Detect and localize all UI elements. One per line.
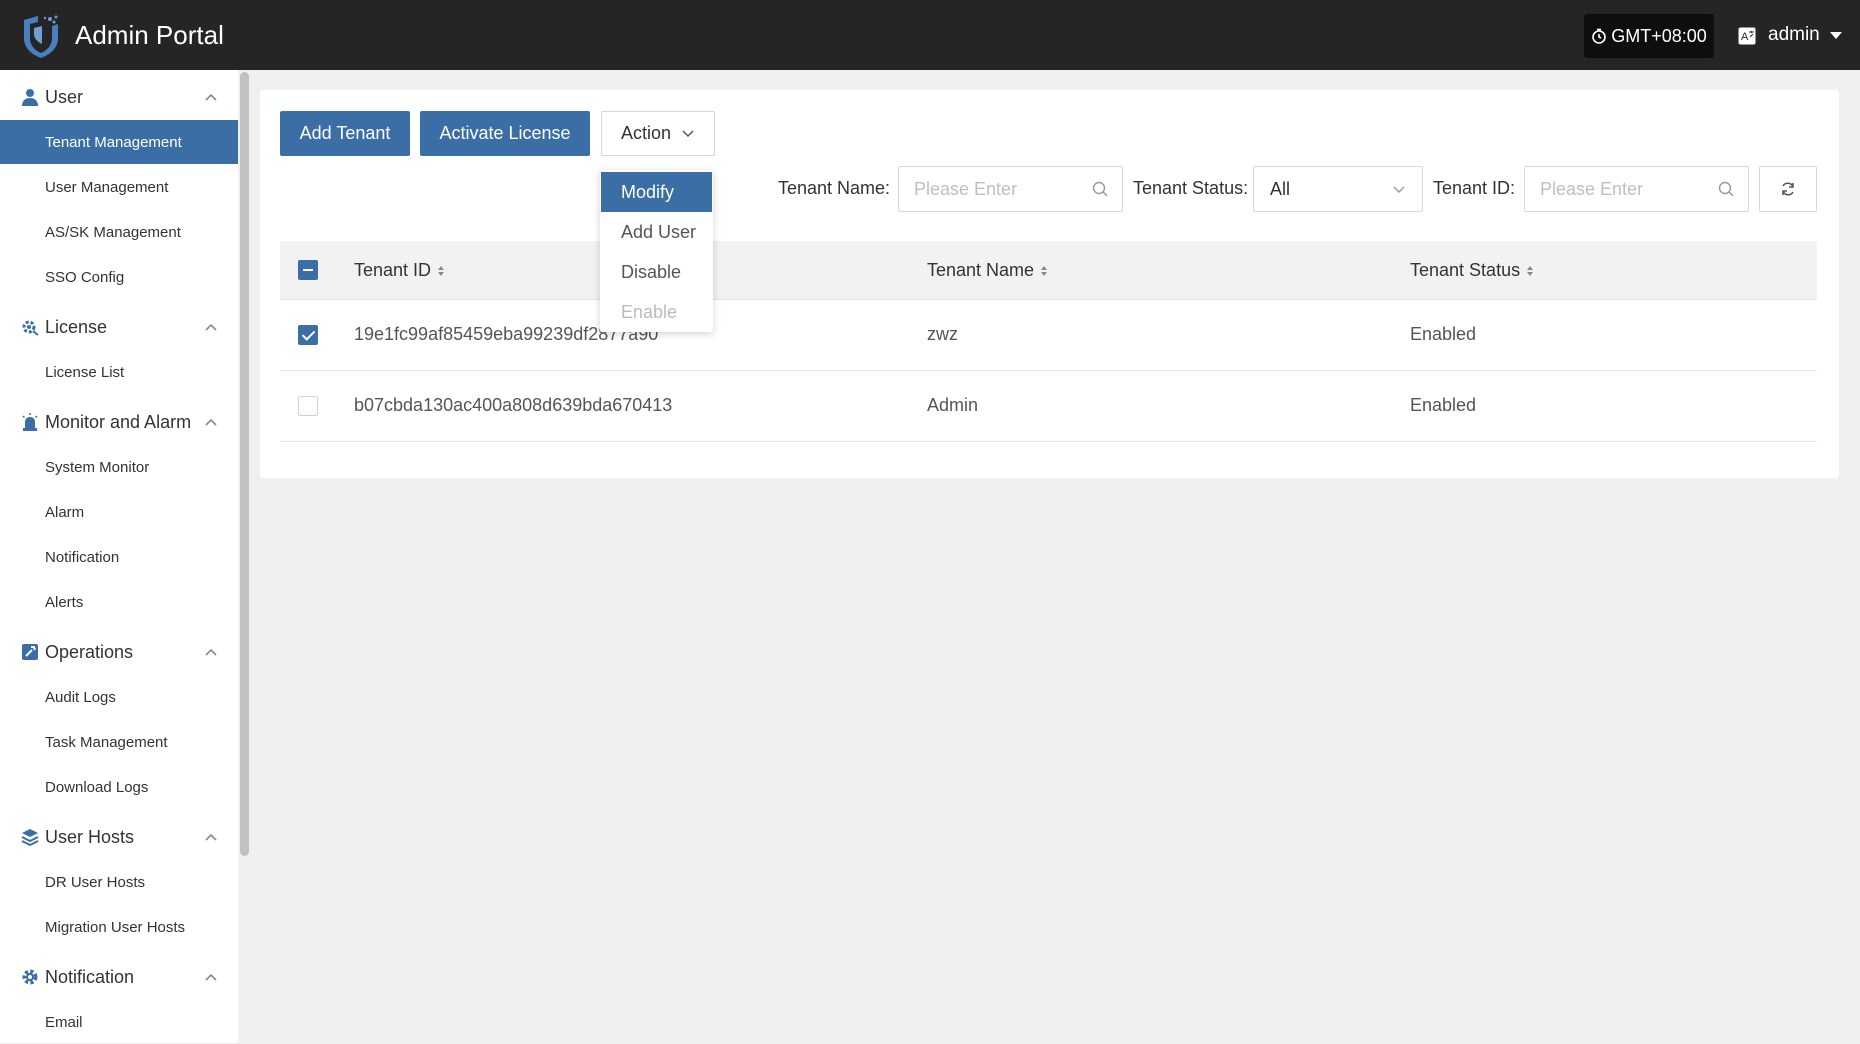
language-icon[interactable]: A (1738, 27, 1756, 45)
chevron-up-icon (205, 648, 217, 656)
search-icon[interactable] (1092, 181, 1108, 197)
refresh-button[interactable] (1759, 166, 1817, 212)
chevron-down-icon (682, 130, 694, 138)
select-all-checkbox[interactable] (298, 260, 318, 280)
column-header-label: Tenant Status (1410, 260, 1521, 280)
sidebar-group-label: User Hosts (45, 826, 135, 847)
tenant-id-search-input[interactable]: Please Enter (1524, 166, 1749, 212)
row-checkbox[interactable] (298, 325, 318, 345)
sidebar-item-alerts[interactable]: Alerts (0, 580, 238, 624)
sidebar-item-tenant-management[interactable]: Tenant Management (0, 120, 238, 164)
tenant-id-cell: b07cbda130ac400a808d639bda670413 (354, 395, 673, 415)
clock-icon (1592, 28, 1607, 44)
sidebar-group-operations[interactable]: Operations (0, 632, 238, 672)
add-tenant-button[interactable]: Add Tenant (280, 111, 410, 156)
caret-down-icon (1829, 31, 1842, 39)
sidebar-item-dr-user-hosts[interactable]: DR User Hosts (0, 860, 238, 904)
column-header-tenant-id[interactable]: Tenant ID (354, 260, 445, 281)
tenant-status-select[interactable]: All (1253, 166, 1423, 212)
tenant-name-search-input[interactable]: Please Enter (898, 166, 1123, 212)
tenant-id-placeholder: Please Enter (1540, 178, 1644, 199)
sidebar-item-migration-user-hosts[interactable]: Migration User Hosts (0, 905, 238, 949)
column-header-tenant-status[interactable]: Tenant Status (1410, 260, 1534, 281)
user-menu[interactable]: admin (1768, 24, 1842, 46)
chevron-up-icon (205, 973, 217, 981)
sort-icon[interactable] (1526, 264, 1534, 278)
menu-item-disable[interactable]: Disable (601, 252, 712, 292)
sidebar: User Tenant Management User Management A… (0, 70, 238, 1043)
sidebar-item-system-monitor[interactable]: System Monitor (0, 445, 238, 489)
menu-item-modify[interactable]: Modify (601, 172, 712, 212)
svg-text:A: A (1741, 31, 1749, 43)
tenant-status-value: All (1270, 178, 1291, 199)
sidebar-item-license-list[interactable]: License List (0, 350, 238, 394)
sidebar-group-label: Operations (45, 641, 134, 662)
sidebar-scrollbar-thumb[interactable] (240, 72, 249, 856)
sort-icon[interactable] (437, 264, 445, 278)
sidebar-item-email[interactable]: Email (0, 1000, 238, 1044)
sidebar-item-alarm[interactable]: Alarm (0, 490, 238, 534)
column-header-label: Tenant ID (354, 260, 432, 280)
tenant-id-filter-label: Tenant ID: (1433, 178, 1516, 198)
column-header-label: Tenant Name (927, 260, 1035, 280)
sidebar-group-user[interactable]: User (0, 77, 238, 117)
user-icon (22, 89, 38, 106)
operations-wrench-icon (22, 644, 38, 660)
menu-item-enable: Enable (621, 301, 678, 322)
sidebar-group-label: Notification (45, 966, 135, 987)
search-icon[interactable] (1718, 181, 1734, 197)
row-checkbox[interactable] (298, 396, 318, 416)
sidebar-group-monitor-and-alarm[interactable]: Monitor and Alarm (0, 402, 238, 442)
timezone-button[interactable]: GMT+08:00 (1584, 14, 1714, 58)
action-label: Action (620, 123, 672, 143)
sidebar-item-sso-config[interactable]: SSO Config (0, 255, 238, 299)
chevron-up-icon (205, 93, 217, 101)
chevron-up-icon (205, 418, 217, 426)
chevron-up-icon (205, 833, 217, 841)
timezone-label: GMT+08:00 (1611, 25, 1707, 46)
action-menu: Modify Add User Disable Enable (600, 170, 713, 332)
app-logo-shield-icon (24, 15, 58, 58)
sidebar-item-user-management[interactable]: User Management (0, 165, 238, 209)
action-dropdown-button[interactable]: Action (601, 111, 715, 156)
top-bar: Admin Portal GMT+08:00 A admin (0, 0, 1860, 70)
license-gear-icon (22, 320, 39, 336)
tenant-status-filter-label: Tenant Status: (1133, 178, 1249, 198)
sidebar-item-notification[interactable]: Notification (0, 535, 238, 579)
chevron-up-icon (205, 323, 217, 331)
column-header-tenant-name[interactable]: Tenant Name (927, 260, 1048, 281)
sidebar-group-label: License (45, 316, 108, 337)
table-row[interactable]: b07cbda130ac400a808d639bda670413 Admin E… (280, 371, 1817, 442)
table-row[interactable]: 19e1fc99af85459eba99239df2877a90 zwz Ena… (280, 300, 1817, 371)
layers-icon (21, 829, 39, 846)
sidebar-group-label: Monitor and Alarm (45, 411, 192, 432)
sidebar-item-audit-logs[interactable]: Audit Logs (0, 675, 238, 719)
sidebar-group-label: User (45, 86, 84, 107)
app-title: Admin Portal (75, 20, 224, 50)
sidebar-group-user-hosts[interactable]: User Hosts (0, 817, 238, 857)
tenant-name-cell: zwz (927, 324, 958, 344)
tenant-status-cell: Enabled (1410, 395, 1477, 415)
tenant-name-filter-label: Tenant Name: (778, 178, 891, 198)
sidebar-item-download-logs[interactable]: Download Logs (0, 765, 238, 809)
alarm-siren-icon (22, 413, 38, 431)
tenant-name-cell: Admin (927, 395, 979, 415)
sidebar-item-task-management[interactable]: Task Management (0, 720, 238, 764)
sidebar-item-as-sk-management[interactable]: AS/SK Management (0, 210, 238, 254)
username: admin (1768, 24, 1820, 45)
sidebar-group-notification[interactable]: Notification (0, 957, 238, 997)
menu-item-add-user[interactable]: Add User (601, 212, 712, 252)
tenant-status-cell: Enabled (1410, 324, 1477, 344)
chevron-down-icon (1393, 186, 1405, 193)
activate-license-button[interactable]: Activate License (420, 111, 590, 156)
table-header: Tenant ID Tenant Name Tenant Status (280, 241, 1817, 300)
refresh-icon (1782, 182, 1794, 196)
settings-gear-icon (22, 969, 38, 985)
tenant-name-placeholder: Please Enter (914, 178, 1018, 199)
sort-icon[interactable] (1040, 264, 1048, 278)
sidebar-group-license[interactable]: License (0, 307, 238, 347)
